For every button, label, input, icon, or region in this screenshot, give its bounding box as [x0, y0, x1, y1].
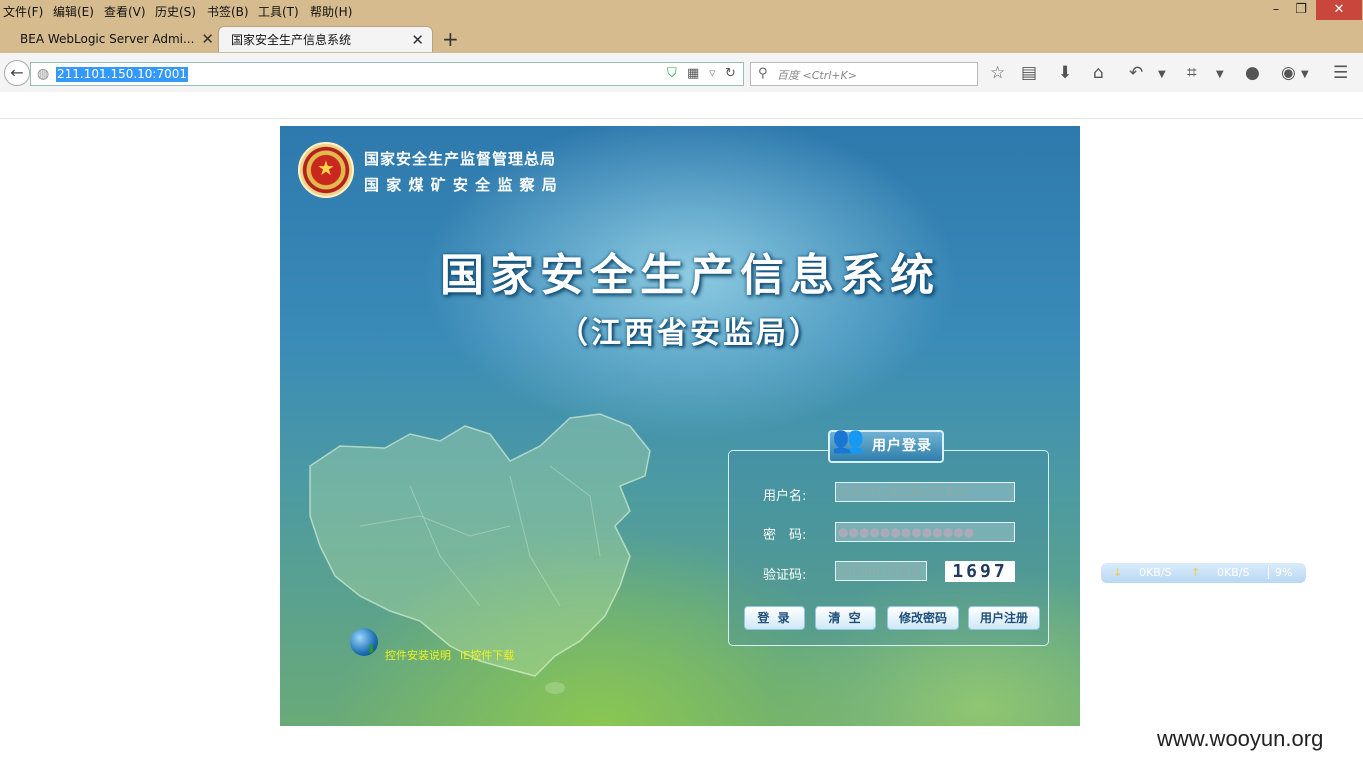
download-arrow-icon: ↓ [1113, 566, 1123, 579]
tab-safety-system[interactable]: 国家安全生产信息系统 ✕ [218, 26, 433, 53]
qr-code-icon[interactable]: ▦ [687, 66, 699, 81]
tab-title: 国家安全生产信息系统 [231, 33, 352, 47]
menu-file[interactable]: 文件(F) [3, 3, 43, 20]
bookmark-star-icon[interactable]: ☆ [990, 63, 1005, 83]
ie-download-icon[interactable]: ⬇ [350, 628, 378, 656]
login-button[interactable]: 登 录 [744, 606, 805, 630]
crop-icon[interactable]: ⌗ [1187, 63, 1197, 83]
search-icon: ⚲ [758, 66, 768, 81]
org-name-1: 国家安全生产监督管理总局 [364, 150, 557, 168]
tab-title: BEA WebLogic Server Admi... [20, 32, 195, 46]
install-guide-link[interactable]: 控件安装说明 [385, 647, 451, 663]
close-tab-icon[interactable]: ✕ [411, 27, 424, 53]
menu-help[interactable]: 帮助(H) [310, 3, 352, 20]
menu-view[interactable]: 查看(V) [104, 3, 146, 20]
minimize-button[interactable]: – [1266, 0, 1286, 20]
close-window-button[interactable]: ✕ [1316, 0, 1362, 20]
download-icon[interactable]: ⬇ [1058, 63, 1072, 83]
register-button[interactable]: 用户注册 [968, 606, 1040, 630]
menu-tools[interactable]: 工具(T) [258, 3, 299, 20]
search-placeholder: 百度 <Ctrl+K> [777, 69, 857, 82]
shield-icon[interactable]: ⛉ [667, 66, 677, 81]
tab-weblogic[interactable]: BEA WebLogic Server Admi... ✕ [0, 26, 222, 53]
menu-bookmarks[interactable]: 书签(B) [207, 3, 249, 20]
dropdown-arrow-icon[interactable]: ▿ [709, 66, 716, 81]
clear-button[interactable]: 清 空 [815, 606, 876, 630]
search-box[interactable]: ⚲ 百度 <Ctrl+K> [750, 62, 978, 86]
username-label: 用户名: [763, 489, 807, 504]
login-banner: ★ 国家安全生产监督管理总局 国 家 煤 矿 安 全 监 察 局 国家安全生产信… [280, 126, 1080, 726]
browser-window: 文件(F) 编辑(E) 查看(V) 历史(S) 书签(B) 工具(T) 帮助(H… [0, 0, 1363, 768]
menu-edit[interactable]: 编辑(E) [53, 3, 94, 20]
extension-icon[interactable]: ◉ [1281, 63, 1296, 83]
captcha-image[interactable]: 1697 [945, 561, 1015, 582]
network-speed-widget[interactable]: ↓ 0KB/S ↑ 0KB/S 9% [1101, 563, 1306, 583]
download-speed: 0KB/S [1139, 566, 1172, 579]
username-input[interactable]: 请使用IE浏览器访问系统 [835, 482, 1015, 502]
org-name-2: 国 家 煤 矿 安 全 监 察 局 [364, 176, 558, 194]
address-bar[interactable]: ◍ 211.101.150.10:7001 ⛉ ▦ ▿ ↻ [30, 62, 744, 86]
captcha-label: 验证码: [763, 568, 807, 583]
back-arrow-icon: ← [10, 63, 24, 82]
upload-arrow-icon: ↑ [1191, 566, 1201, 579]
upload-speed: 0KB/S [1217, 566, 1250, 579]
password-input[interactable]: ●●●●●●●●●●●●● [835, 522, 1015, 542]
password-label: 密 码: [763, 528, 807, 543]
chevron-down-icon[interactable]: ▼ [1301, 69, 1309, 80]
globe-icon: ◍ [37, 66, 50, 82]
tab-bar: BEA WebLogic Server Admi... ✕ 国家安全生产信息系统… [0, 22, 1363, 53]
national-emblem-icon: ★ [298, 142, 354, 198]
menu-bar: 文件(F) 编辑(E) 查看(V) 历史(S) 书签(B) 工具(T) 帮助(H… [0, 0, 1363, 22]
chevron-down-icon[interactable]: ▼ [1158, 69, 1166, 80]
restore-button[interactable]: ❐ [1290, 0, 1312, 20]
close-tab-icon[interactable]: ✕ [201, 26, 214, 52]
back-button[interactable]: ← [4, 60, 30, 86]
undo-icon[interactable]: ↶ [1129, 63, 1143, 83]
menu-history[interactable]: 历史(S) [155, 3, 196, 20]
system-subtitle: （江西省安监局） [558, 316, 822, 351]
system-title: 国家安全生产信息系统 [440, 250, 940, 301]
chevron-down-icon[interactable]: ▼ [1216, 69, 1224, 80]
cpu-usage: 9% [1268, 566, 1292, 579]
watermark: www.wooyun.org [1157, 726, 1324, 751]
reload-icon[interactable]: ↻ [725, 66, 736, 81]
new-tab-button[interactable]: + [442, 27, 459, 51]
captcha-input[interactable]: 请使用IE浏览器 [835, 561, 927, 581]
users-icon: 👥 [832, 425, 865, 455]
change-password-button[interactable]: 修改密码 [887, 606, 959, 630]
reading-list-icon[interactable]: ▤ [1021, 63, 1037, 83]
ie-control-download-link[interactable]: IE控件下载 [460, 647, 514, 663]
home-icon[interactable]: ⌂ [1093, 63, 1104, 83]
chat-icon[interactable]: ● [1245, 63, 1260, 83]
navigation-bar: ← ◍ 211.101.150.10:7001 ⛉ ▦ ▿ ↻ ⚲ 百度 <Ct… [0, 52, 1363, 92]
menu-icon[interactable]: ☰ [1333, 63, 1348, 83]
url-text[interactable]: 211.101.150.10:7001 [56, 67, 189, 82]
